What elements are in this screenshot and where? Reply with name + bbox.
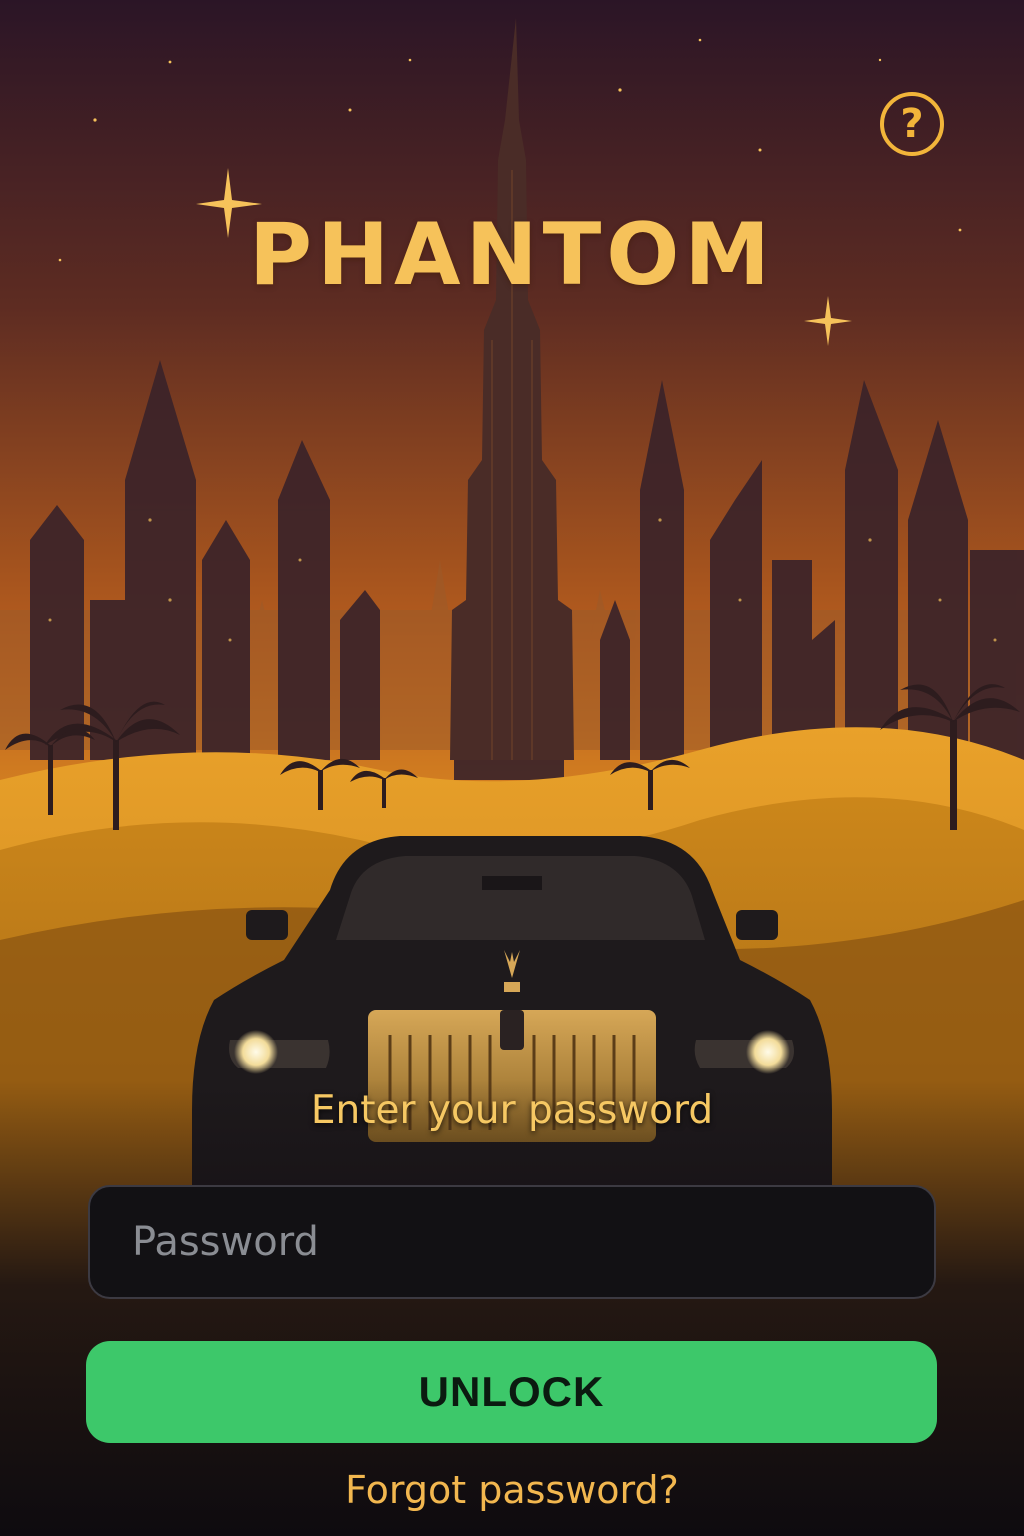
password-input[interactable] xyxy=(88,1185,936,1299)
help-button[interactable]: ? xyxy=(880,92,944,156)
question-mark-icon: ? xyxy=(900,101,924,147)
login-screen: ? PHANTOM Enter your password UNLOCK For… xyxy=(0,0,1024,1536)
app-title: PHANTOM xyxy=(249,205,775,305)
forgot-password-link[interactable]: Forgot password? xyxy=(0,1468,1024,1514)
unlock-button[interactable]: UNLOCK xyxy=(86,1341,937,1443)
password-prompt: Enter your password xyxy=(310,1088,714,1133)
